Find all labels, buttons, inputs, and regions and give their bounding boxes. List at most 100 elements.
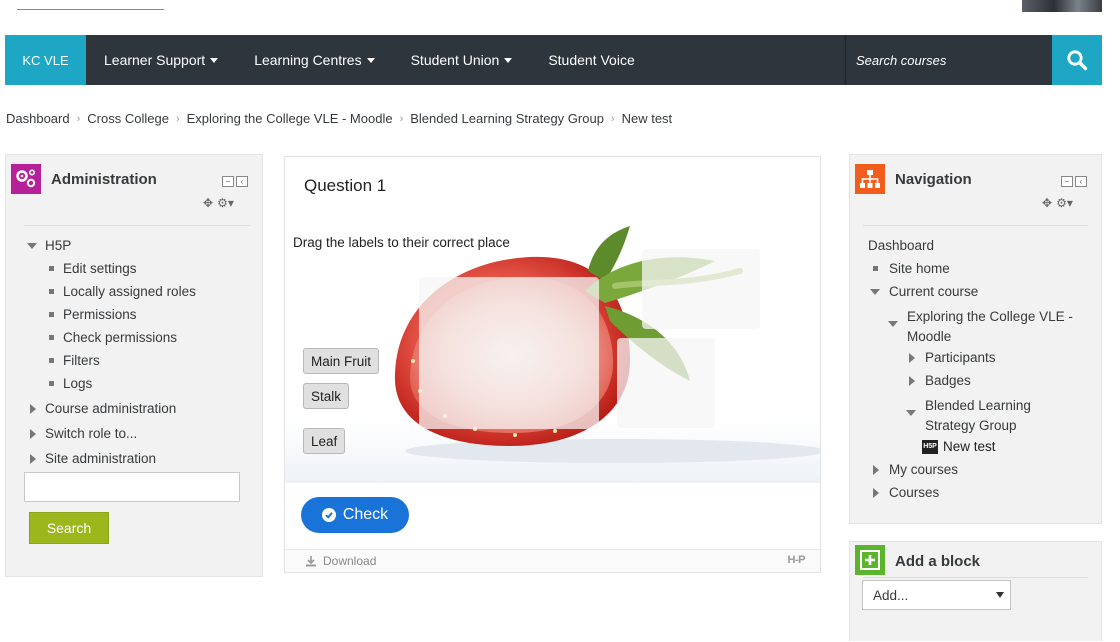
expanded-icon (27, 242, 37, 249)
bullet-icon (49, 358, 54, 363)
move-icon[interactable]: ✥ (1042, 196, 1052, 210)
collapsed-icon (30, 453, 36, 464)
tree-logs-label: Logs (63, 376, 93, 391)
gear-menu-icon[interactable]: ⚙▾ (217, 196, 234, 210)
tree-h5p[interactable]: H5P (27, 238, 71, 253)
add-block-divider (863, 577, 1088, 578)
nav-my-courses[interactable]: My courses (873, 462, 958, 477)
h5p-footer: Download H-P (285, 549, 820, 572)
move-icon[interactable]: ✥ (203, 196, 213, 210)
nav-learning-centres-label: Learning Centres (254, 52, 362, 68)
tree-switch-role[interactable]: Switch role to... (30, 426, 137, 441)
tree-edit-settings[interactable]: Edit settings (49, 261, 137, 276)
caret-down-icon (366, 57, 375, 63)
user-avatar[interactable] (1022, 0, 1102, 12)
bullet-icon (49, 312, 54, 317)
nav-course[interactable]: Exploring the College VLE - Moodle (888, 307, 1078, 347)
admin-search-input[interactable] (24, 472, 240, 502)
bullet-icon (873, 266, 878, 271)
tree-site-administration[interactable]: Site administration (30, 451, 156, 466)
tree-locally-assigned-roles[interactable]: Locally assigned roles (49, 284, 196, 299)
tree-check-permissions-label: Check permissions (63, 330, 178, 345)
nav-current-course[interactable]: Current course (870, 284, 978, 299)
dropzone-main-fruit[interactable] (419, 277, 599, 429)
tree-filters[interactable]: Filters (49, 353, 100, 368)
administration-actions: ✥ ⚙▾ (203, 196, 234, 210)
check-button[interactable]: Check (301, 497, 409, 533)
download-link[interactable]: Download (305, 554, 376, 568)
check-circle-icon (321, 508, 336, 522)
nav-participants[interactable]: Participants (909, 350, 996, 365)
admin-search-button[interactable]: Search (29, 512, 109, 544)
nav-student-voice[interactable]: Student Voice (530, 35, 652, 85)
breadcrumb-dashboard[interactable]: Dashboard (6, 111, 70, 126)
nav-dashboard[interactable]: Dashboard (868, 238, 934, 253)
breadcrumb-course[interactable]: Exploring the College VLE - Moodle (187, 111, 393, 126)
sitemap-icon (855, 164, 885, 194)
tree-filters-label: Filters (63, 353, 100, 368)
draggable-main-fruit[interactable]: Main Fruit (303, 348, 380, 374)
caret-down-icon (210, 57, 219, 63)
dock-icon[interactable]: ‹ (236, 176, 248, 187)
expanded-icon (906, 410, 916, 416)
course-search-input[interactable]: Search courses (845, 35, 1052, 85)
tree-check-permissions[interactable]: Check permissions (49, 330, 177, 345)
gears-icon (11, 164, 41, 194)
nav-learner-support-label: Learner Support (104, 52, 206, 68)
header-divider (17, 9, 164, 10)
collapsed-icon (909, 352, 915, 363)
h5p-content: Question 1 Drag the labels to their corr… (284, 156, 821, 573)
tree-permissions-label: Permissions (63, 307, 137, 322)
nav-my-courses-label: My courses (889, 462, 959, 477)
nav-site-home[interactable]: Site home (873, 261, 950, 276)
nav-current-course-label: Current course (889, 284, 979, 299)
tree-course-administration[interactable]: Course administration (30, 401, 176, 416)
collapsed-icon (30, 428, 36, 439)
dropzone-stalk[interactable] (642, 249, 760, 329)
bullet-icon (49, 335, 54, 340)
tree-h5p-label: H5P (45, 238, 72, 253)
nav-learning-centres[interactable]: Learning Centres (236, 35, 392, 85)
gear-menu-icon[interactable]: ⚙▾ (1056, 196, 1073, 210)
nav-activity-label: New test (943, 439, 996, 454)
nav-student-union[interactable]: Student Union (393, 35, 531, 85)
draggable-leaf[interactable]: Leaf (303, 428, 346, 454)
breadcrumb-current[interactable]: New test (622, 111, 673, 126)
dock-icon[interactable]: ‹ (1075, 176, 1087, 187)
navigation-controls: − ‹ (1061, 176, 1087, 187)
bullet-icon (49, 266, 54, 271)
administration-title: Administration (51, 171, 157, 188)
nav-section-label: Blended Learning Strategy Group (925, 398, 1031, 433)
draggable-stalk[interactable]: Stalk (303, 383, 350, 409)
breadcrumb-section[interactable]: Blended Learning Strategy Group (410, 111, 604, 126)
navigation-divider (863, 225, 1088, 226)
dropzone-leaf[interactable] (617, 338, 715, 428)
add-block-select[interactable]: Add... (862, 580, 1011, 610)
tree-switch-role-label: Switch role to... (45, 426, 138, 441)
question-title: Question 1 (304, 176, 387, 195)
nav-learner-support[interactable]: Learner Support (86, 35, 236, 85)
collapse-icon[interactable]: − (1061, 176, 1073, 187)
collapse-icon[interactable]: − (222, 176, 234, 187)
plus-icon (855, 545, 885, 575)
tree-permissions[interactable]: Permissions (49, 307, 137, 322)
nav-courses[interactable]: Courses (873, 485, 939, 500)
select-caret-icon (996, 592, 1004, 598)
h5p-icon: H5P (922, 439, 938, 454)
nav-badges[interactable]: Badges (909, 373, 971, 388)
tree-course-administration-label: Course administration (45, 401, 177, 416)
navigation-title: Navigation (895, 171, 972, 188)
bullet-icon (49, 381, 54, 386)
download-icon (306, 556, 316, 567)
breadcrumb-cross-college[interactable]: Cross College (87, 111, 169, 126)
nav-site-home-label: Site home (889, 261, 950, 276)
collapsed-icon (30, 403, 36, 414)
main-navbar: KC VLE Learner Support Learning Centres … (5, 35, 1102, 85)
administration-divider (24, 225, 250, 226)
tree-logs[interactable]: Logs (49, 376, 92, 391)
brand-link[interactable]: KC VLE (5, 35, 86, 85)
search-button[interactable] (1052, 35, 1102, 85)
nav-student-union-label: Student Union (410, 52, 500, 68)
nav-activity[interactable]: H5P New test (922, 439, 996, 454)
nav-section[interactable]: Blended Learning Strategy Group (906, 396, 1076, 436)
